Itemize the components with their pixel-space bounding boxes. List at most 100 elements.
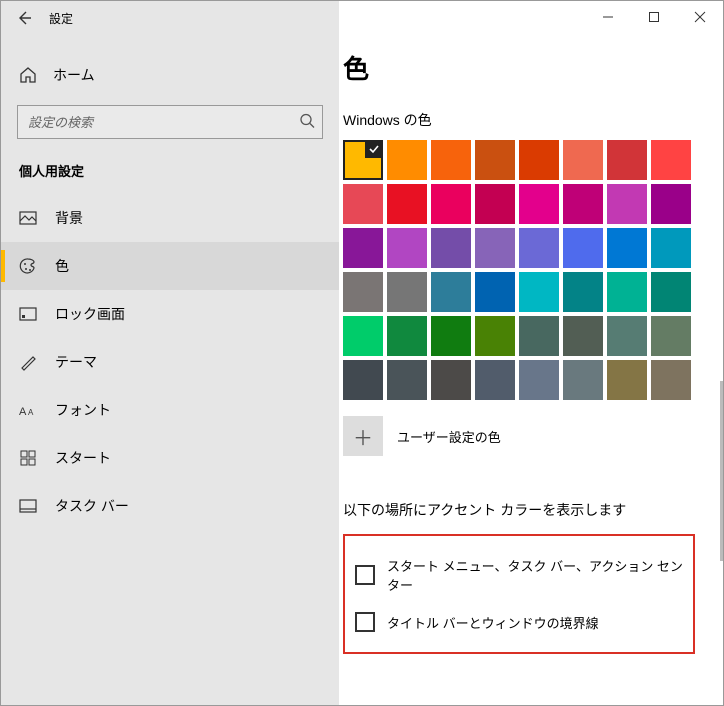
color-swatch[interactable] — [387, 272, 427, 312]
color-swatch[interactable] — [431, 140, 471, 180]
windows-colors-label: Windows の色 — [343, 110, 695, 130]
custom-color-label: ユーザー設定の色 — [397, 427, 501, 446]
page-title: 色 — [343, 49, 695, 86]
checkbox-label: タイトル バーとウィンドウの境界線 — [387, 613, 599, 632]
font-icon: AA — [19, 403, 37, 417]
sidebar-item-label: 色 — [55, 256, 69, 276]
sidebar-nav: 背景 色 ロック画面 テーマ AA フォント スタート — [1, 194, 339, 530]
arrow-left-icon — [16, 10, 32, 26]
sidebar: 設定 ホーム 個人用設定 背景 色 — [1, 1, 339, 705]
sidebar-item-start[interactable]: スタート — [1, 434, 339, 482]
color-swatch[interactable] — [343, 184, 383, 224]
sidebar-home[interactable]: ホーム — [1, 55, 339, 95]
sidebar-titlebar: 設定 — [1, 1, 339, 35]
sidebar-item-background[interactable]: 背景 — [1, 194, 339, 242]
checkbox-label: スタート メニュー、タスク バー、アクション センター — [387, 556, 683, 594]
color-swatch[interactable] — [475, 228, 515, 268]
sidebar-category: 個人用設定 — [1, 155, 339, 190]
color-swatch[interactable] — [651, 184, 691, 224]
color-swatch[interactable] — [651, 140, 691, 180]
color-swatch[interactable] — [563, 184, 603, 224]
scrollbar[interactable] — [720, 381, 723, 561]
sidebar-item-lockscreen[interactable]: ロック画面 — [1, 290, 339, 338]
color-swatch[interactable] — [343, 228, 383, 268]
minimize-button[interactable] — [585, 1, 631, 33]
maximize-button[interactable] — [631, 1, 677, 33]
color-swatch[interactable] — [651, 272, 691, 312]
color-swatch[interactable] — [563, 316, 603, 356]
color-swatch[interactable] — [475, 360, 515, 400]
main: 色 Windows の色 ＋ ユーザー設定の色 以下の場所にアクセント カラーを… — [339, 1, 723, 705]
search-icon — [299, 113, 315, 132]
color-swatch[interactable] — [563, 360, 603, 400]
back-button[interactable] — [7, 1, 41, 35]
color-swatch[interactable] — [431, 360, 471, 400]
checkbox-titlebars-borders[interactable]: タイトル バーとウィンドウの境界線 — [355, 612, 683, 632]
color-swatch[interactable] — [519, 184, 559, 224]
color-swatch[interactable] — [651, 316, 691, 356]
color-swatch[interactable] — [431, 316, 471, 356]
window-title: 設定 — [49, 10, 73, 27]
color-swatch[interactable] — [651, 228, 691, 268]
sidebar-item-colors[interactable]: 色 — [1, 242, 339, 290]
color-swatch[interactable] — [343, 272, 383, 312]
svg-text:A: A — [28, 408, 34, 417]
color-swatch[interactable] — [519, 228, 559, 268]
color-swatch[interactable] — [475, 272, 515, 312]
color-swatch[interactable] — [651, 360, 691, 400]
color-swatch[interactable] — [475, 184, 515, 224]
color-swatch[interactable] — [387, 360, 427, 400]
color-swatch[interactable] — [607, 360, 647, 400]
color-swatch[interactable] — [607, 228, 647, 268]
color-swatch[interactable] — [607, 140, 647, 180]
color-swatch[interactable] — [343, 140, 383, 180]
accent-surfaces-title: 以下の場所にアクセント カラーを表示します — [343, 500, 695, 520]
sidebar-item-label: 背景 — [55, 208, 83, 228]
sidebar-item-taskbar[interactable]: タスク バー — [1, 482, 339, 530]
color-swatch[interactable] — [519, 316, 559, 356]
color-swatch[interactable] — [519, 272, 559, 312]
close-button[interactable] — [677, 1, 723, 33]
minimize-icon — [602, 11, 614, 23]
color-swatch[interactable] — [563, 228, 603, 268]
color-swatch[interactable] — [431, 184, 471, 224]
close-icon — [694, 11, 706, 23]
sidebar-item-label: テーマ — [55, 352, 97, 372]
sidebar-item-label: フォント — [55, 400, 111, 420]
palette-icon — [19, 257, 37, 275]
custom-color-row[interactable]: ＋ ユーザー設定の色 — [343, 416, 695, 456]
color-swatch[interactable] — [563, 140, 603, 180]
color-swatch[interactable] — [343, 316, 383, 356]
color-swatch[interactable] — [519, 360, 559, 400]
color-swatch[interactable] — [475, 316, 515, 356]
checkbox-icon — [355, 612, 375, 632]
color-swatch[interactable] — [387, 184, 427, 224]
search-input[interactable] — [17, 105, 323, 139]
sidebar-item-fonts[interactable]: AA フォント — [1, 386, 339, 434]
color-swatch[interactable] — [387, 316, 427, 356]
svg-text:A: A — [19, 406, 27, 417]
search-wrap — [17, 105, 323, 139]
accent-checkbox-area: スタート メニュー、タスク バー、アクション センター タイトル バーとウィンド… — [343, 534, 695, 654]
sidebar-item-label: スタート — [55, 448, 111, 468]
check-icon — [365, 140, 383, 158]
color-swatch[interactable] — [607, 272, 647, 312]
plus-icon: ＋ — [343, 416, 383, 456]
checkbox-icon — [355, 565, 375, 585]
color-swatch[interactable] — [607, 316, 647, 356]
color-swatch[interactable] — [475, 140, 515, 180]
color-swatch[interactable] — [519, 140, 559, 180]
sidebar-item-label: タスク バー — [55, 496, 129, 516]
checkbox-start-taskbar-action[interactable]: スタート メニュー、タスク バー、アクション センター — [355, 556, 683, 594]
sidebar-item-themes[interactable]: テーマ — [1, 338, 339, 386]
taskbar-icon — [19, 499, 37, 513]
color-swatch[interactable] — [387, 140, 427, 180]
picture-icon — [19, 211, 37, 225]
color-swatch[interactable] — [343, 360, 383, 400]
color-swatch[interactable] — [563, 272, 603, 312]
color-swatch[interactable] — [431, 228, 471, 268]
color-swatch[interactable] — [607, 184, 647, 224]
color-swatch[interactable] — [431, 272, 471, 312]
brush-icon — [19, 353, 37, 371]
color-swatch[interactable] — [387, 228, 427, 268]
